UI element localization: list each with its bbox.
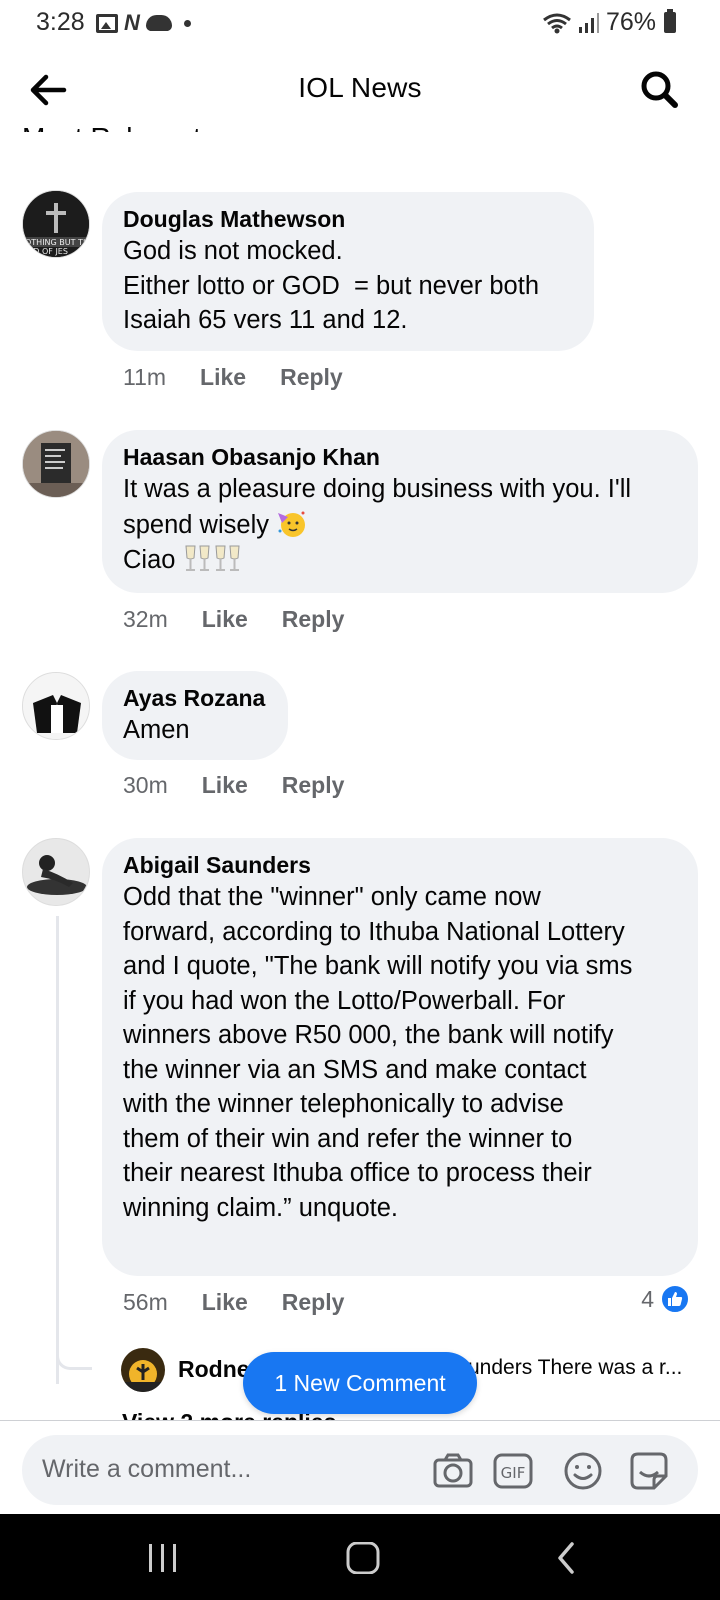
comment-bubble[interactable]: Ayas Rozana Amen xyxy=(102,671,288,760)
chevron-left-icon xyxy=(558,1542,574,1574)
comment-author[interactable]: Douglas Mathewson xyxy=(123,204,574,234)
thread-elbow xyxy=(56,1348,92,1370)
reply-author[interactable]: Rodne xyxy=(178,1356,250,1383)
status-bar: 3:28 N 76% xyxy=(0,0,720,46)
home-icon xyxy=(346,1541,380,1575)
system-nav-bar xyxy=(0,1514,720,1600)
comment-actions: 30m Like Reply xyxy=(123,772,344,799)
clinking-glasses-icon xyxy=(213,542,243,574)
like-button[interactable]: Like xyxy=(200,364,246,391)
reply-button[interactable]: Reply xyxy=(280,364,343,391)
avatar[interactable] xyxy=(22,430,90,498)
battery-percent: 76% xyxy=(605,8,656,36)
like-button[interactable]: Like xyxy=(202,772,248,799)
status-time: 3:28 xyxy=(36,8,85,36)
comment-input[interactable] xyxy=(42,1455,402,1484)
reply-button[interactable]: Reply xyxy=(282,1289,345,1316)
comment-text-line: spend wisely xyxy=(123,507,678,543)
comment-bubble[interactable]: Abigail Saunders Odd that the "winner" o… xyxy=(102,838,698,1276)
signal-icon xyxy=(578,12,600,34)
notification-icons: N xyxy=(96,10,191,36)
avatar[interactable] xyxy=(22,672,90,740)
smiley-icon xyxy=(564,1452,602,1490)
comment-text: Amen xyxy=(123,716,190,744)
comment-text-fragment: Ciao xyxy=(123,546,176,574)
reply-button[interactable]: Reply xyxy=(282,772,345,799)
avatar[interactable] xyxy=(22,838,90,906)
like-button[interactable]: Like xyxy=(202,1289,248,1316)
clinking-glasses-icon xyxy=(183,542,213,574)
netflix-icon: N xyxy=(124,10,140,35)
recents-button[interactable] xyxy=(143,1542,183,1574)
comment-text-line: Ciao xyxy=(123,542,678,578)
new-comment-button[interactable]: 1 New Comment xyxy=(243,1352,477,1414)
comment-time: 56m xyxy=(123,1289,168,1315)
comment-author[interactable]: Haasan Obasanjo Khan xyxy=(123,442,678,472)
reaction-count: 4 xyxy=(641,1285,654,1312)
gif-button[interactable]: GIF xyxy=(492,1450,534,1492)
thumbs-up-icon xyxy=(660,1284,690,1314)
comment-text-fragment: spend wisely xyxy=(123,510,269,539)
search-icon xyxy=(641,71,678,108)
composer-box: GIF xyxy=(22,1435,698,1505)
comment-bubble[interactable]: Douglas Mathewson God is not mocked. Eit… xyxy=(102,192,594,351)
camera-button[interactable] xyxy=(432,1450,474,1492)
reply-snippet[interactable]: unders There was a r... xyxy=(468,1356,682,1380)
like-button[interactable]: Like xyxy=(202,606,248,633)
sticker-icon xyxy=(630,1452,668,1490)
comment-author[interactable]: Abigail Saunders xyxy=(123,850,678,880)
back-nav-button[interactable] xyxy=(550,1542,590,1574)
comment-actions: 32m Like Reply xyxy=(123,606,344,633)
comment-composer: GIF xyxy=(0,1420,720,1514)
comment-time: 11m xyxy=(123,364,167,390)
battery-icon xyxy=(664,9,676,33)
reply-avatar[interactable] xyxy=(121,1348,165,1392)
partying-face-icon xyxy=(276,507,308,539)
thread-line xyxy=(56,916,59,1384)
search-button[interactable] xyxy=(638,68,682,112)
camera-icon xyxy=(433,1453,473,1488)
svg-text:GIF: GIF xyxy=(501,1464,526,1482)
header-divider xyxy=(0,132,720,144)
comment-actions: 56m Like Reply xyxy=(123,1289,344,1316)
home-button[interactable] xyxy=(344,1541,384,1575)
comment-bubble[interactable]: Haasan Obasanjo Khan It was a pleasure d… xyxy=(102,430,698,593)
wifi-icon xyxy=(542,12,572,34)
incognito-icon xyxy=(145,15,172,31)
reaction-summary[interactable]: 4 xyxy=(641,1284,690,1314)
comment-text: Odd that the "winner" only came now forw… xyxy=(123,883,633,1222)
gif-icon: GIF xyxy=(493,1453,533,1489)
comment-time: 32m xyxy=(123,606,168,632)
comment-text: God is not mocked. Either lotto or GOD =… xyxy=(123,237,540,334)
system-status: 76% xyxy=(542,8,676,37)
comment-time: 30m xyxy=(123,772,168,798)
gallery-icon xyxy=(96,13,118,33)
page-title: IOL News xyxy=(298,72,422,103)
recents-icon xyxy=(149,1544,176,1572)
svg-text:OD OF JES: OD OF JES xyxy=(27,247,68,256)
svg-text:OTHING BUT TH: OTHING BUT TH xyxy=(25,238,89,247)
sticker-button[interactable] xyxy=(628,1450,670,1492)
avatar[interactable]: OTHING BUT TH OD OF JES xyxy=(22,190,90,258)
more-notifications-dot-icon xyxy=(183,19,191,27)
reply-button[interactable]: Reply xyxy=(282,606,345,633)
comment-actions: 11m Like Reply xyxy=(123,364,343,391)
comment-text-line: It was a pleasure doing business with yo… xyxy=(123,475,632,503)
emoji-button[interactable] xyxy=(562,1450,604,1492)
comment-author[interactable]: Ayas Rozana xyxy=(123,683,268,713)
